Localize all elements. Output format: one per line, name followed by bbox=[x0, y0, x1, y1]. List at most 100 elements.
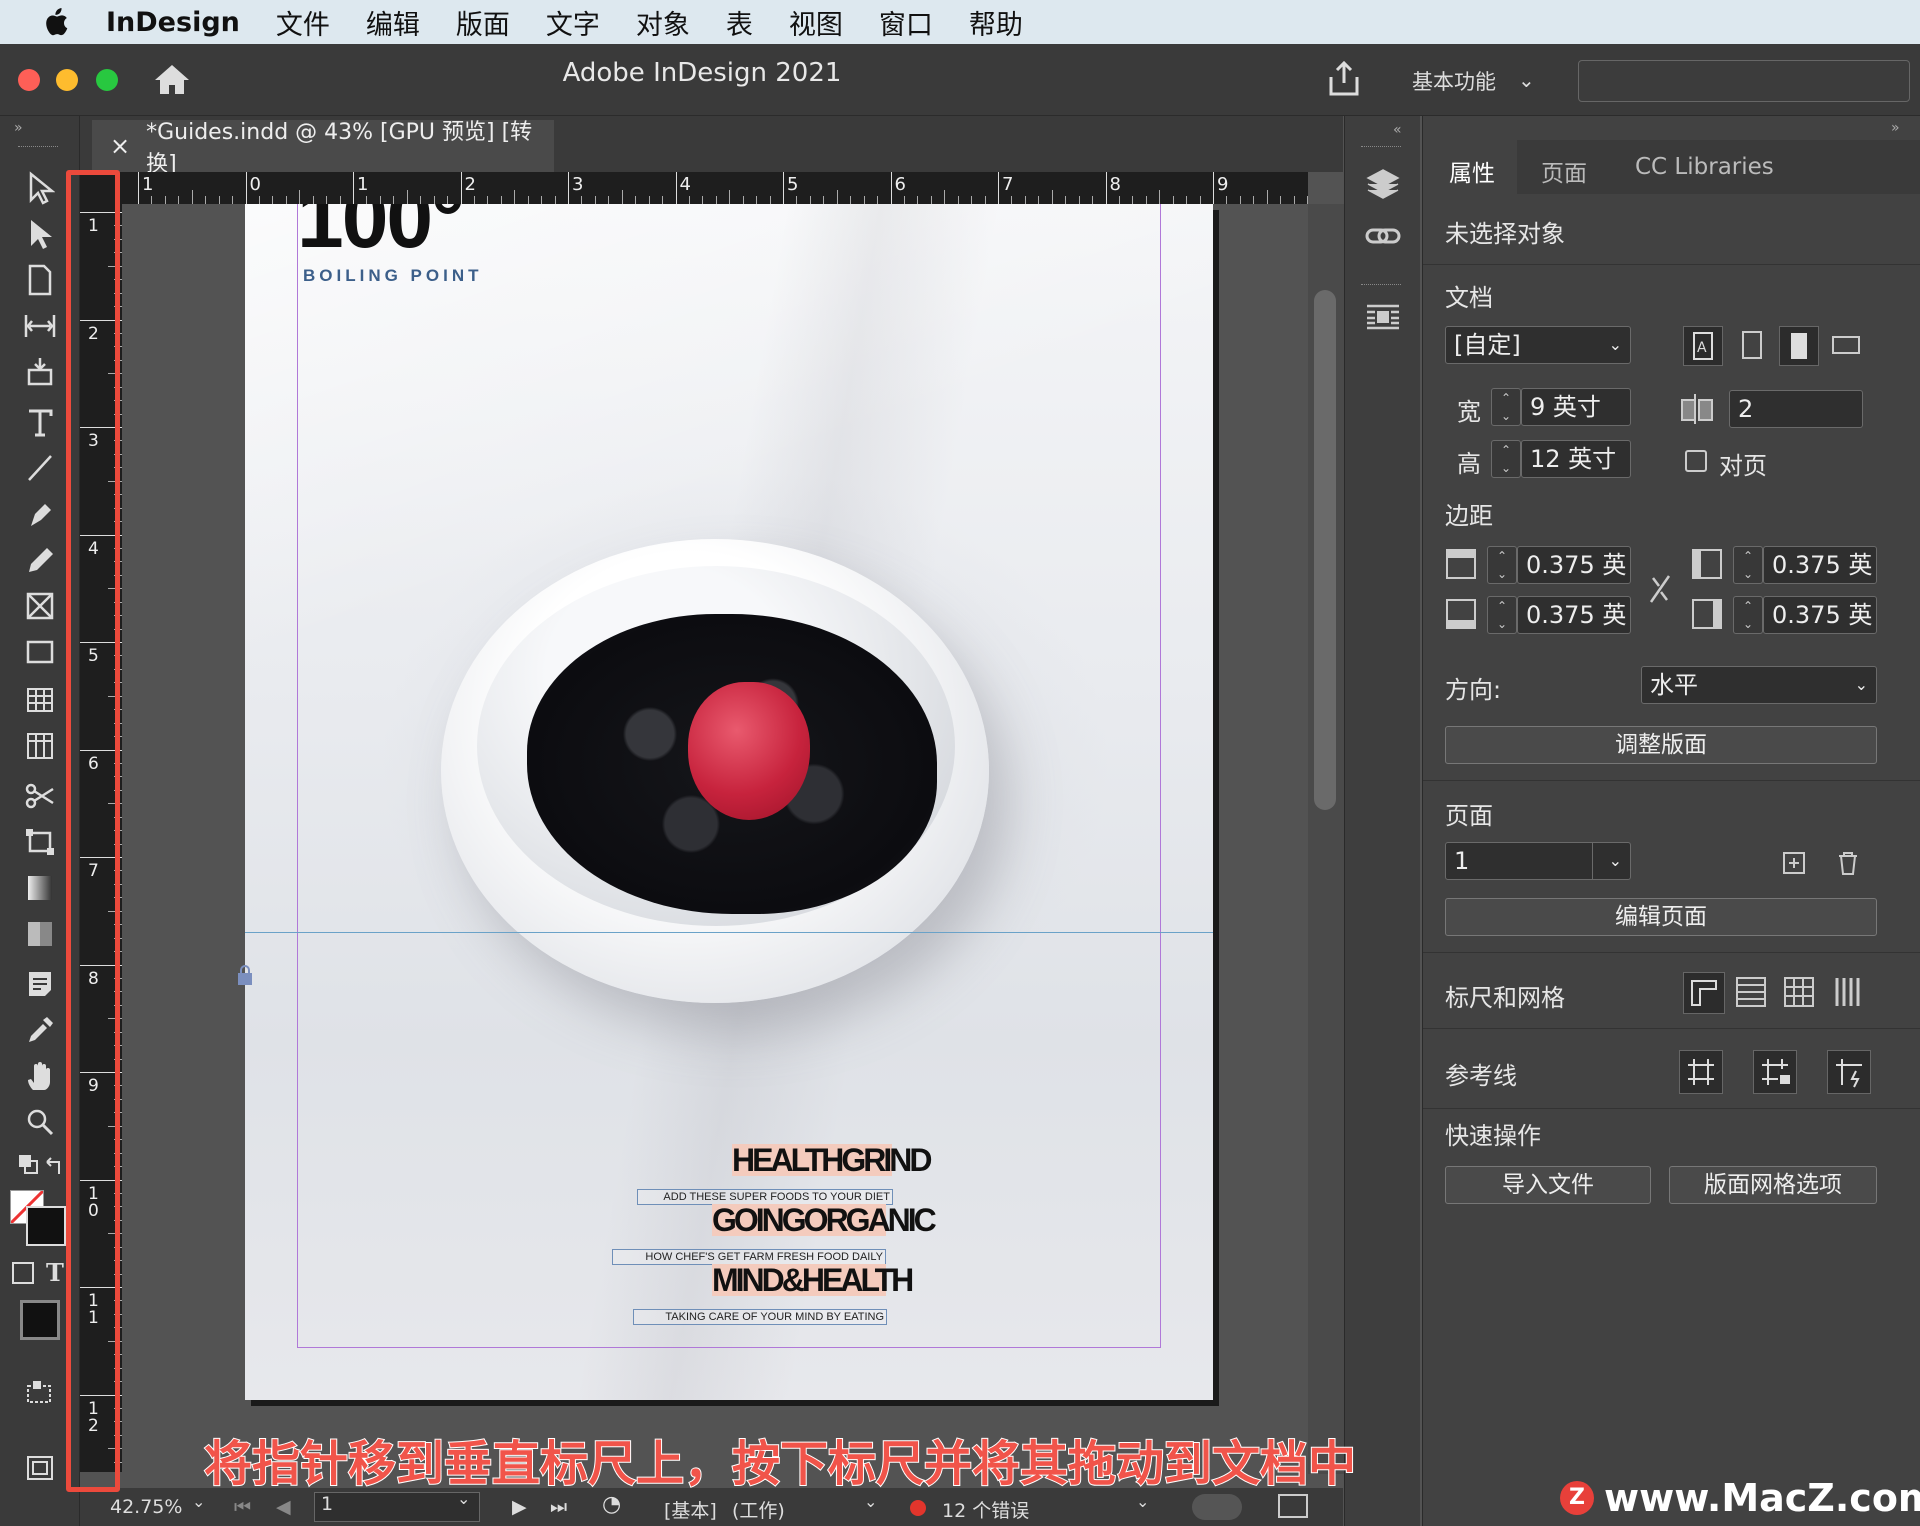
free-transform-tool-icon[interactable] bbox=[18, 822, 62, 862]
layers-icon[interactable] bbox=[1365, 166, 1401, 206]
document-preset-select[interactable]: [自定] ⌄ bbox=[1445, 326, 1631, 364]
import-file-button[interactable]: 导入文件 bbox=[1445, 1166, 1651, 1204]
document-grid-icon[interactable] bbox=[1781, 974, 1817, 1014]
scissors-tool-icon[interactable] bbox=[18, 776, 62, 816]
document-tab[interactable]: × *Guides.indd @ 43% [GPU 预览] [转换] bbox=[92, 120, 554, 177]
grip-icon[interactable] bbox=[1361, 146, 1401, 147]
width-stepper[interactable]: ⌃ ⌄ bbox=[1491, 388, 1521, 426]
rectangle-frame-tool-icon[interactable] bbox=[18, 586, 62, 626]
scroll-handle[interactable] bbox=[1192, 1494, 1242, 1520]
screen-mode-icon[interactable] bbox=[18, 1372, 62, 1412]
eyedropper-tool-icon[interactable] bbox=[18, 1010, 62, 1050]
menu-layout[interactable]: 版面 bbox=[456, 3, 510, 42]
links-icon[interactable] bbox=[1365, 222, 1401, 256]
margin-right-field[interactable]: 0.375 英 bbox=[1763, 596, 1877, 634]
preflight-profile-icon[interactable]: ◔ bbox=[602, 1492, 621, 1517]
direct-selection-tool-icon[interactable] bbox=[18, 214, 62, 254]
baseline-grid-icon[interactable] bbox=[1733, 974, 1769, 1014]
margin-bottom-stepper[interactable]: ⌃ ⌄ bbox=[1487, 596, 1517, 634]
stroke-swatch[interactable] bbox=[26, 1206, 66, 1246]
document-page[interactable]: 100° BOILING POINT HEALTHGRIND ADD THESE… bbox=[245, 204, 1213, 1400]
split-window-icon[interactable] bbox=[1278, 1494, 1308, 1518]
delete-page-icon[interactable] bbox=[1835, 850, 1861, 880]
apply-color-icon[interactable] bbox=[20, 1300, 60, 1340]
line-tool-icon[interactable] bbox=[18, 448, 62, 488]
height-stepper[interactable]: ⌃ ⌄ bbox=[1491, 440, 1521, 478]
content-collector-icon[interactable] bbox=[18, 352, 62, 392]
chevron-down-icon[interactable]: ⌄ bbox=[192, 1492, 205, 1511]
article-title-2[interactable]: GOINGORGANIC bbox=[712, 1204, 937, 1236]
tab-pages[interactable]: 页面 bbox=[1541, 154, 1587, 188]
margin-right-stepper[interactable]: ⌃ ⌄ bbox=[1733, 596, 1763, 634]
margin-top-field[interactable]: 0.375 英 bbox=[1517, 546, 1631, 584]
formatting-text-icon[interactable]: T bbox=[46, 1258, 64, 1287]
margin-top-stepper[interactable]: ⌃ ⌄ bbox=[1487, 546, 1517, 584]
margin-left-field[interactable]: 0.375 英 bbox=[1763, 546, 1877, 584]
selection-tool-icon[interactable] bbox=[18, 168, 62, 208]
article-title-1[interactable]: HEALTHGRIND bbox=[732, 1144, 933, 1176]
table-tool-icon[interactable] bbox=[18, 680, 62, 720]
width-field[interactable]: 9 英寸 bbox=[1521, 388, 1631, 426]
chevron-down-icon[interactable]: ⌄ bbox=[1518, 68, 1535, 92]
pages-count-field[interactable]: 2 bbox=[1729, 390, 1863, 428]
first-page-icon[interactable]: ⏮ bbox=[234, 1496, 251, 1518]
page-select[interactable]: 1 ⌄ bbox=[1445, 842, 1631, 880]
tab-cc-libraries[interactable]: CC Libraries bbox=[1635, 154, 1774, 180]
collapse-left-icon[interactable]: « bbox=[1393, 122, 1402, 138]
orientation-select[interactable]: 水平 ⌄ bbox=[1641, 666, 1877, 704]
horizontal-ruler[interactable]: 1 0 1 2 3 4 5 6 7 8 9 bbox=[128, 172, 1308, 204]
intent-icon[interactable] bbox=[1733, 326, 1773, 366]
facing-pages-checkbox[interactable] bbox=[1685, 450, 1707, 472]
collapse-right-icon[interactable]: » bbox=[1891, 120, 1900, 136]
lock-guides-icon[interactable] bbox=[1753, 1050, 1797, 1094]
unlink-margins-icon[interactable] bbox=[1645, 572, 1675, 610]
gradient-swatch-tool-icon[interactable] bbox=[18, 868, 62, 908]
search-input[interactable] bbox=[1578, 60, 1910, 102]
last-page-icon[interactable]: ⏭ bbox=[550, 1496, 567, 1518]
show-guides-icon[interactable] bbox=[1679, 1050, 1723, 1094]
text-wrap-icon[interactable] bbox=[1365, 302, 1401, 336]
portrait-orientation-icon[interactable] bbox=[1779, 326, 1819, 366]
rectangle-tool-icon[interactable] bbox=[18, 632, 62, 672]
ruler-guide[interactable] bbox=[245, 932, 1213, 933]
pen-tool-icon[interactable] bbox=[18, 494, 62, 534]
workspace-switcher[interactable]: 基本功能 bbox=[1412, 66, 1496, 96]
menu-table[interactable]: 表 bbox=[726, 3, 753, 42]
margin-left-stepper[interactable]: ⌃ ⌄ bbox=[1733, 546, 1763, 584]
height-field[interactable]: 12 英寸 bbox=[1521, 440, 1631, 478]
add-page-icon[interactable] bbox=[1781, 850, 1807, 880]
error-count[interactable]: 12 个错误 bbox=[942, 1496, 1029, 1523]
layout-grid-icon[interactable] bbox=[1831, 974, 1867, 1014]
close-tab-icon[interactable]: × bbox=[110, 132, 130, 160]
landscape-orientation-icon[interactable] bbox=[1827, 326, 1867, 366]
layout-grid-options-button[interactable]: 版面网格选项 bbox=[1669, 1166, 1877, 1204]
grid-tool-icon[interactable] bbox=[18, 726, 62, 766]
collapse-icon[interactable]: » bbox=[14, 120, 23, 136]
menu-help[interactable]: 帮助 bbox=[969, 3, 1023, 42]
adjust-layout-button[interactable]: 调整版面 bbox=[1445, 726, 1877, 764]
zoom-level[interactable]: 42.75% bbox=[110, 1496, 182, 1518]
chevron-down-icon[interactable]: ⌄ bbox=[864, 1492, 877, 1511]
grip-icon-2[interactable] bbox=[1361, 284, 1401, 285]
pencil-tool-icon[interactable] bbox=[18, 540, 62, 580]
menu-type[interactable]: 文字 bbox=[546, 3, 600, 42]
smart-guides-icon[interactable] bbox=[1827, 1050, 1871, 1094]
article-title-3[interactable]: MIND&HEALTH bbox=[712, 1264, 914, 1296]
lock-icon[interactable] bbox=[236, 964, 254, 986]
gradient-feather-tool-icon[interactable] bbox=[18, 914, 62, 954]
menu-edit[interactable]: 编辑 bbox=[366, 3, 420, 42]
menu-object[interactable]: 对象 bbox=[636, 3, 690, 42]
next-page-icon[interactable]: ▶ bbox=[512, 1496, 527, 1518]
menu-window[interactable]: 窗口 bbox=[879, 3, 933, 42]
menu-app[interactable]: InDesign bbox=[106, 7, 240, 38]
formatting-container-icon[interactable] bbox=[12, 1262, 34, 1284]
menu-file[interactable]: 文件 bbox=[276, 3, 330, 42]
hand-tool-icon[interactable] bbox=[18, 1056, 62, 1096]
edit-page-button[interactable]: 编辑页面 bbox=[1445, 898, 1877, 936]
gap-tool-icon[interactable] bbox=[18, 306, 62, 346]
zoom-tool-icon[interactable] bbox=[18, 1102, 62, 1142]
ruler-toggle-icon[interactable] bbox=[1683, 972, 1725, 1014]
type-tool-icon[interactable] bbox=[18, 402, 62, 442]
page-tool-icon[interactable] bbox=[18, 260, 62, 300]
chevron-down-icon[interactable]: ⌄ bbox=[1136, 1492, 1149, 1511]
